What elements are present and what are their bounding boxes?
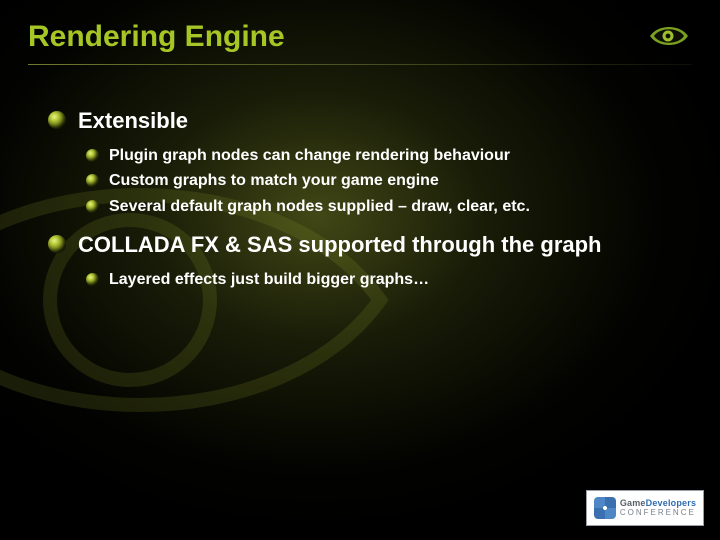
sphere-bullet-icon: [86, 149, 99, 162]
sub-bullet-list: Layered effects just build bigger graphs…: [86, 269, 680, 291]
gdc-line1: GameDevelopers: [620, 499, 696, 508]
list-item: Custom graphs to match your game engine: [86, 170, 680, 192]
sub-bullet-label: Layered effects just build bigger graphs…: [109, 269, 429, 291]
gdc-line1-b: Developers: [646, 498, 697, 508]
slide: Rendering Engine Extensible Plugin graph…: [0, 0, 720, 540]
sub-bullet-list: Plugin graph nodes can change rendering …: [86, 145, 680, 218]
gdc-logo: GameDevelopers CONFERENCE: [586, 490, 704, 526]
sphere-bullet-icon: [48, 235, 66, 253]
gdc-text: GameDevelopers CONFERENCE: [620, 499, 696, 517]
list-item: Layered effects just build bigger graphs…: [86, 269, 680, 291]
bullet-label: Extensible: [78, 107, 188, 135]
sub-bullet-label: Plugin graph nodes can change rendering …: [109, 145, 510, 167]
gdc-line2: CONFERENCE: [620, 509, 696, 517]
sub-bullet-label: Custom graphs to match your game engine: [109, 170, 439, 192]
bullet-list: Extensible Plugin graph nodes can change…: [48, 107, 680, 290]
list-item: Plugin graph nodes can change rendering …: [86, 145, 680, 167]
list-item: Several default graph nodes supplied – d…: [86, 196, 680, 218]
slide-title: Rendering Engine: [0, 0, 720, 54]
gdc-mark-icon: [594, 497, 616, 519]
sub-bullet-label: Several default graph nodes supplied – d…: [109, 196, 530, 218]
list-item: Extensible Plugin graph nodes can change…: [48, 107, 680, 217]
list-item: COLLADA FX & SAS supported through the g…: [48, 231, 680, 290]
sphere-bullet-icon: [86, 174, 99, 187]
gdc-line1-a: Game: [620, 498, 646, 508]
content-area: Extensible Plugin graph nodes can change…: [0, 65, 720, 290]
sphere-bullet-icon: [86, 200, 99, 213]
sphere-bullet-icon: [48, 111, 66, 129]
bullet-label: COLLADA FX & SAS supported through the g…: [78, 231, 602, 259]
nvidia-eye-icon: [648, 22, 690, 50]
sphere-bullet-icon: [86, 273, 99, 286]
